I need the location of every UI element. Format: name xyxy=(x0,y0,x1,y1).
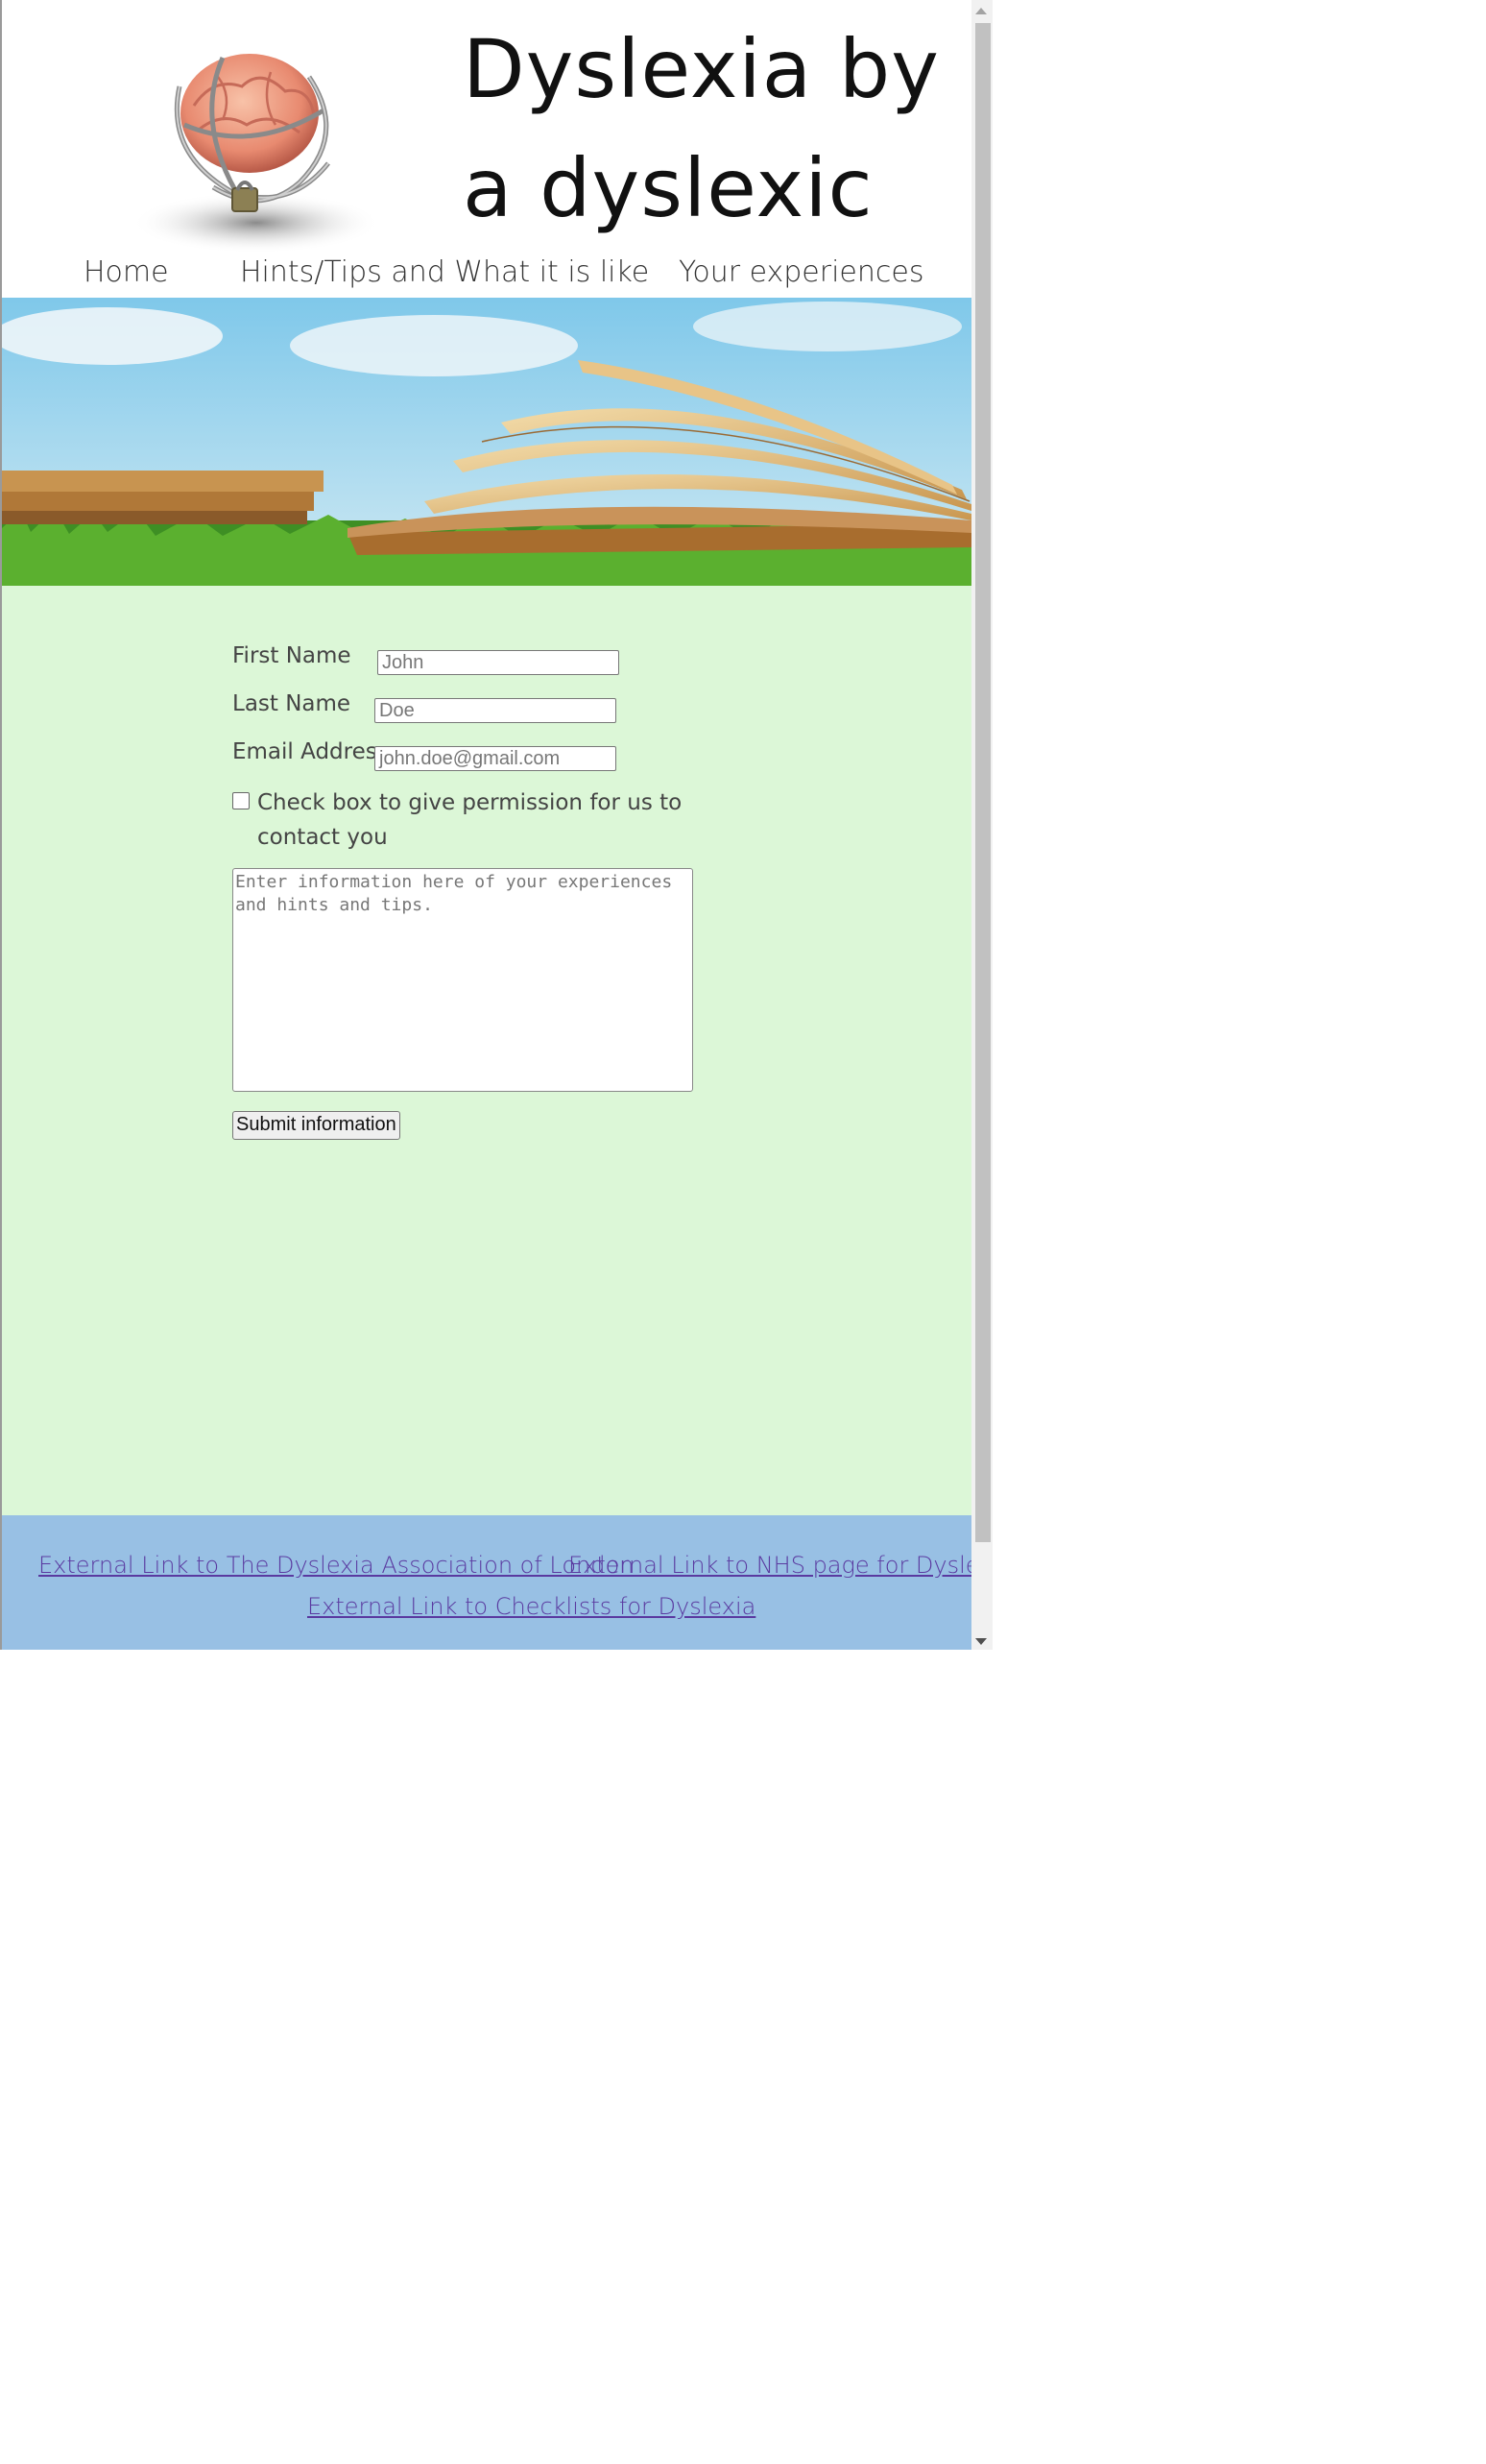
scroll-down-arrow-icon[interactable] xyxy=(975,1638,987,1645)
site-title: Dyslexia by a dyslexic xyxy=(463,22,940,235)
email-input[interactable]: john.doe@gmail.com xyxy=(374,746,616,771)
scroll-thumb[interactable] xyxy=(975,23,991,1542)
nav-item-your-experiences[interactable]: Your experiences xyxy=(679,255,923,289)
site-header: Dyslexia by a dyslexic xyxy=(2,0,971,254)
last-name-label: Last Name xyxy=(232,691,351,716)
nav-item-hints-tips[interactable]: Hints/Tips and What it is like xyxy=(240,255,649,289)
submit-button[interactable]: Submit information xyxy=(232,1111,400,1140)
open-book-on-grass-image xyxy=(2,298,971,586)
experience-textarea[interactable]: Enter information here of your experienc… xyxy=(232,868,693,1092)
last-name-input[interactable]: Doe xyxy=(374,698,616,723)
browser-viewport: Dyslexia by a dyslexic Home Hints/Tips a… xyxy=(0,0,993,1650)
experience-form-section: First Name John Last Name Doe Email Addr… xyxy=(2,586,971,1515)
link-nhs-dyslexia[interactable]: External Link to NHS page for Dyslexia xyxy=(568,1552,993,1579)
main-nav: Home Hints/Tips and What it is like Your… xyxy=(2,252,971,298)
permission-label: Check box to give permission for us to c… xyxy=(257,790,683,850)
link-dyslexia-association[interactable]: External Link to The Dyslexia Associatio… xyxy=(38,1552,634,1579)
link-checklists-dyslexia[interactable]: External Link to Checklists for Dyslexia xyxy=(307,1593,755,1620)
first-name-input[interactable]: John xyxy=(377,650,619,675)
scroll-up-arrow-icon[interactable] xyxy=(975,8,987,14)
nav-item-home[interactable]: Home xyxy=(84,255,169,289)
site-footer: External Link to The Dyslexia Associatio… xyxy=(2,1515,993,1650)
permission-checkbox[interactable] xyxy=(232,792,250,809)
chained-brain-icon xyxy=(132,54,381,254)
vertical-scrollbar[interactable] xyxy=(971,0,993,1650)
page: Dyslexia by a dyslexic Home Hints/Tips a… xyxy=(0,0,993,1650)
first-name-label: First Name xyxy=(232,643,351,668)
email-label: Email Address xyxy=(232,739,389,764)
